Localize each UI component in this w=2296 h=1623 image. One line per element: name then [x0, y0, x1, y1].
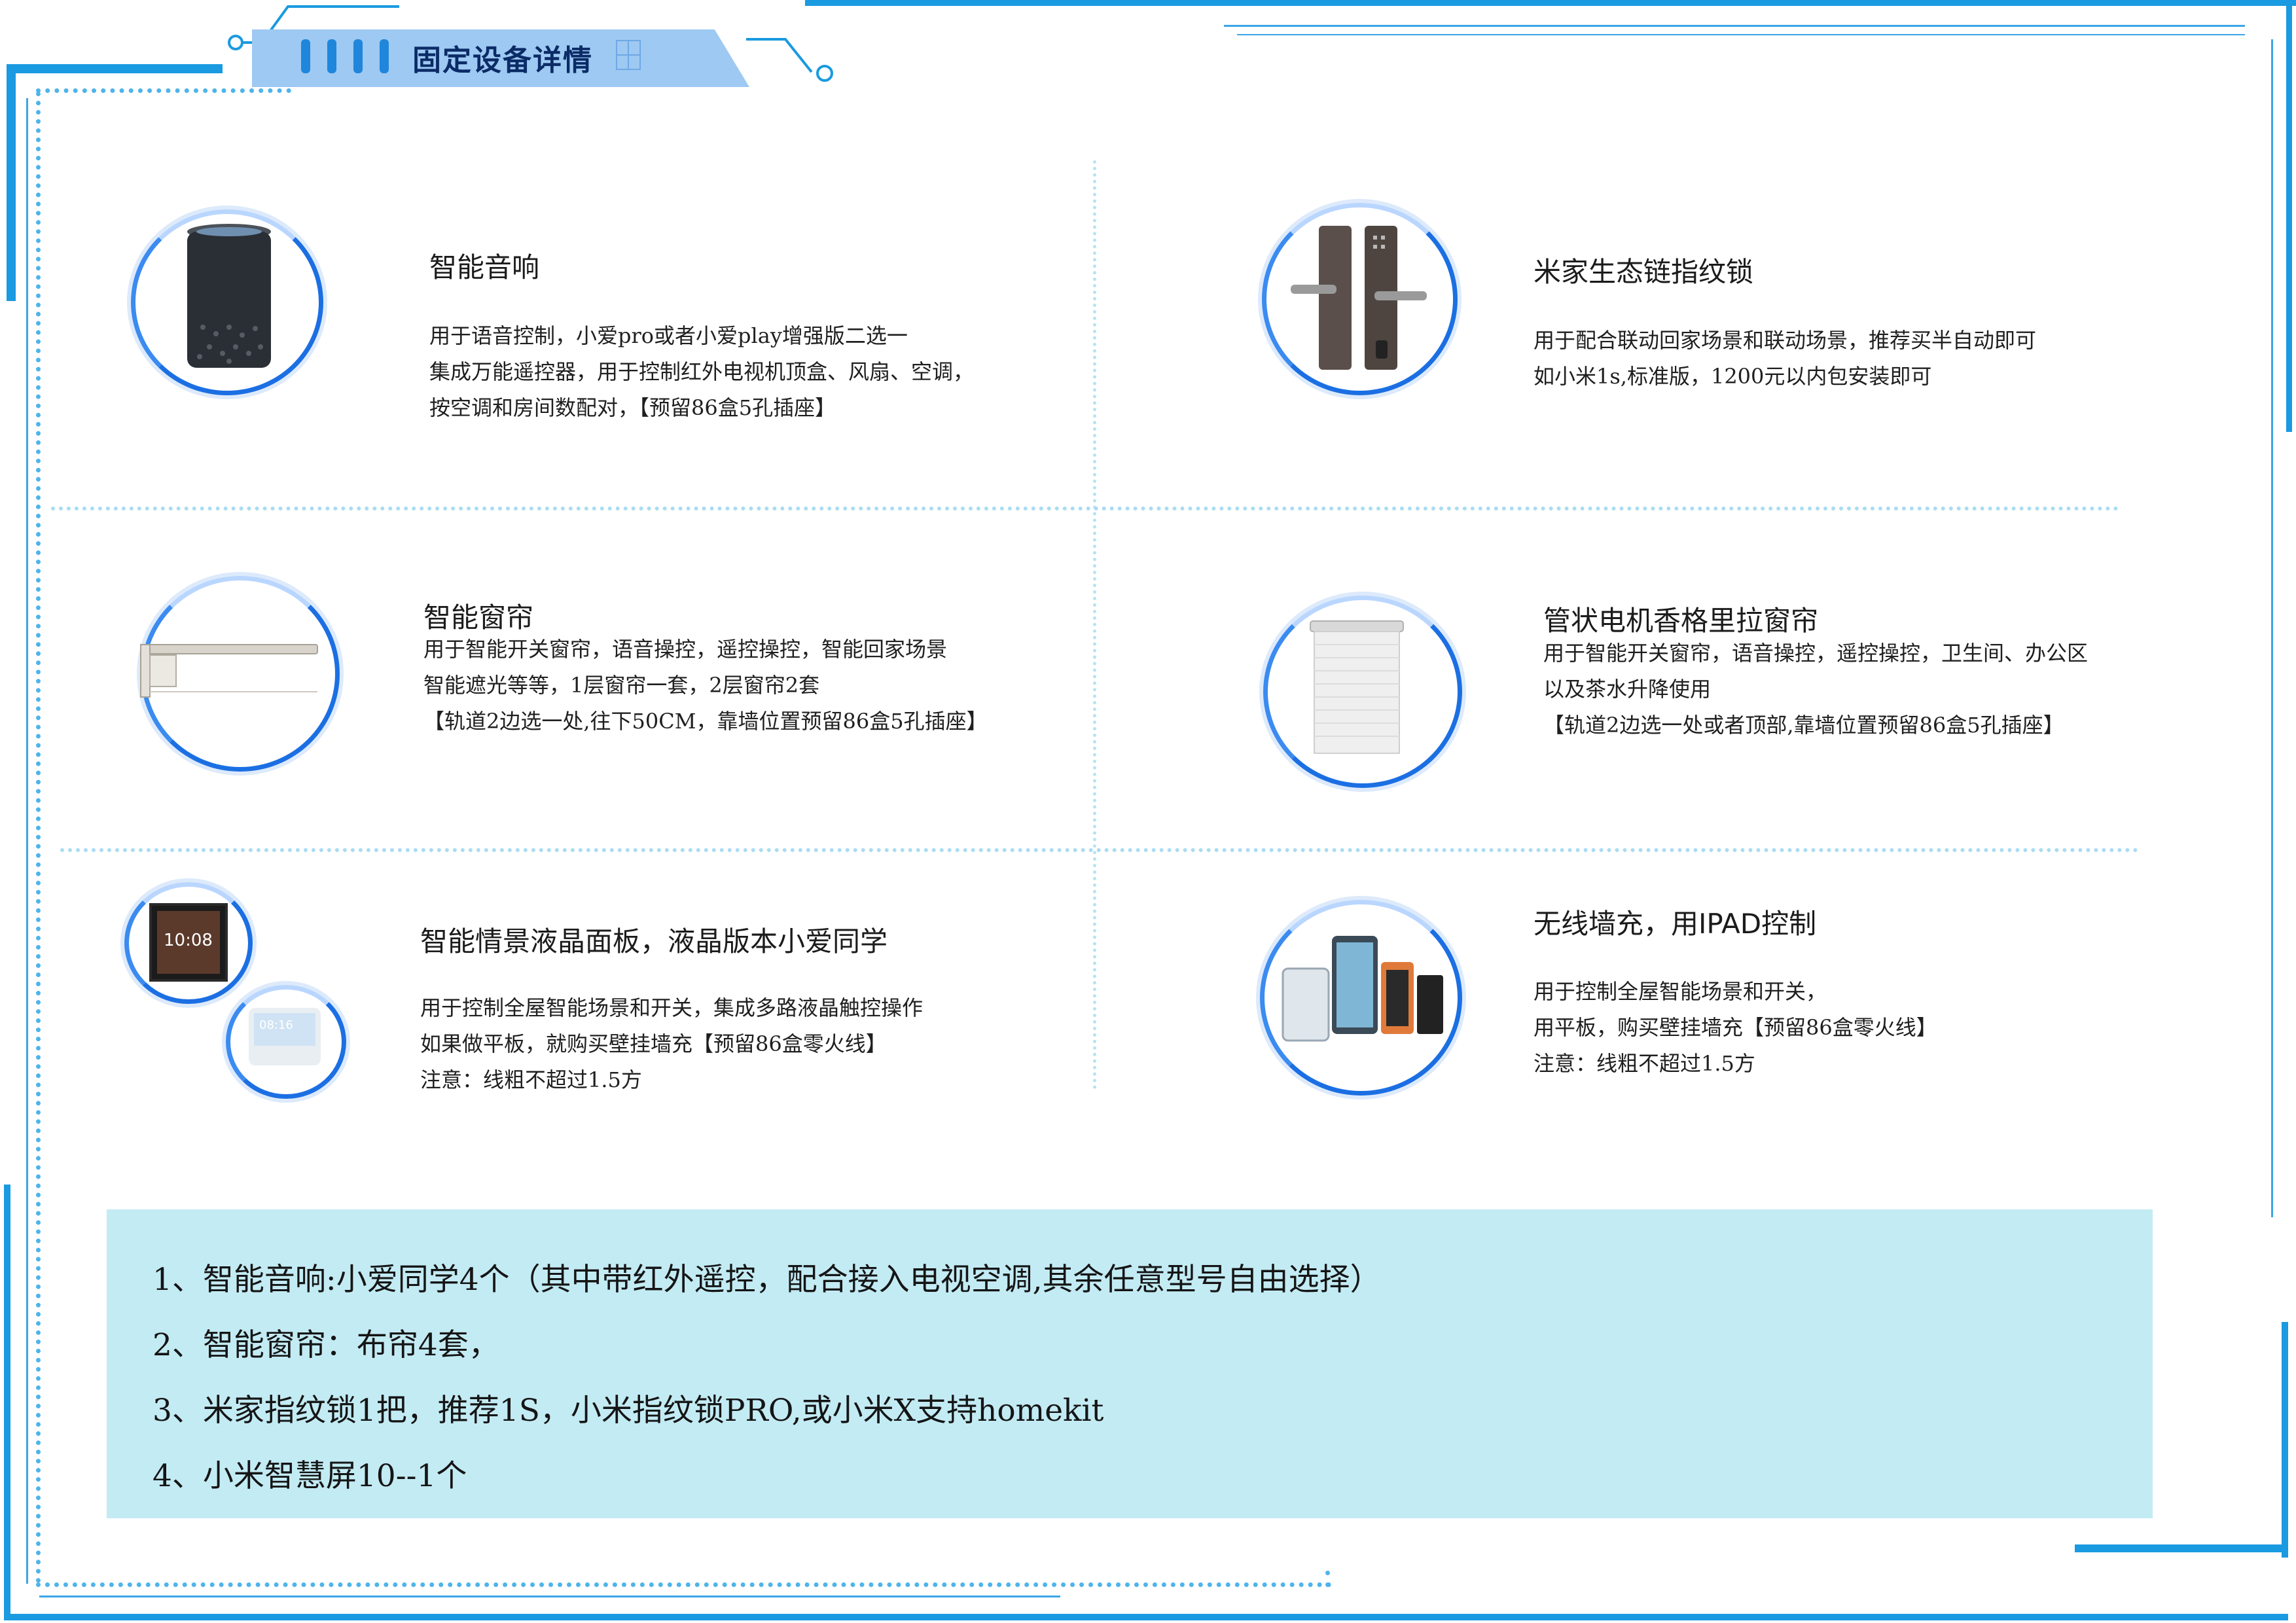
- roller-blind-image: [1310, 620, 1404, 754]
- frame-bottom-right-bar: [2075, 1544, 2288, 1552]
- title-stripe-2: [327, 39, 336, 73]
- item-line: 用于语音控制，小爱pro或者小爱play增强版二选一: [429, 323, 908, 348]
- frame-top-thin-line-2: [1237, 34, 2245, 35]
- item-line: 注意：线粗不超过1.5方: [420, 1067, 642, 1092]
- curtain-track-image: [140, 644, 318, 698]
- frame-dotted-left: [36, 92, 41, 1584]
- item-line: 用于配合联动回家场景和联动场景，推荐买半自动即可: [1534, 328, 2037, 353]
- item-line: 用于控制全屋智能场景和开关，: [1534, 979, 1827, 1004]
- item-line: 如小米1s,标准版，1200元以内包安装即可: [1534, 364, 1932, 389]
- page-title: 固定设备详情: [412, 44, 593, 77]
- item-line: 如果做平板，就购买壁挂墙充【预留86盒零火线】: [420, 1031, 887, 1056]
- item-line: 用于智能开关窗帘，语音操控，遥控操控，智能回家场景: [423, 637, 948, 662]
- title-stripe-4: [380, 39, 389, 73]
- frame-bottom-bar: [4, 1614, 2288, 1620]
- item-line: 注意：线粗不超过1.5方: [1534, 1051, 1755, 1076]
- title-stripe-3: [353, 39, 363, 73]
- item-line: 集成万能遥控器，用于控制红外电视机顶盒、风扇、空调，: [429, 359, 975, 384]
- wireless-charger-tablet-image: [1282, 936, 1443, 1042]
- smart-display-image: 08:16: [249, 1008, 321, 1065]
- summary-line-1: 1、智能音响:小爱同学4个（其中带红外遥控，配合接入电视空调,其余任意型号自由选…: [152, 1262, 1381, 1298]
- lcd-panel-time: 10:08: [164, 931, 213, 950]
- frame-right-thin: [2271, 39, 2273, 1217]
- frame-left-bar: [7, 64, 16, 301]
- frame-dotted-bottom: [36, 1582, 1332, 1587]
- grid-divider-row-1: [51, 507, 2119, 510]
- frame-top-thin-line: [1224, 25, 2245, 27]
- item-line: 【轨道2边选一处,往下50CM，靠墙位置预留86盒5孔插座】: [423, 709, 988, 734]
- item-title-speaker: 智能音响: [429, 251, 540, 283]
- item-title-panel: 智能情景液晶面板，液晶版本小爱同学: [420, 925, 888, 957]
- title-stripe-1: [301, 39, 310, 73]
- smart-speaker-image: [187, 224, 271, 368]
- item-title-lock: 米家生态链指纹锁: [1534, 256, 1754, 288]
- frame-right-lower-bar: [2282, 1322, 2288, 1558]
- title-grid-icon: [616, 40, 641, 70]
- item-line: 用平板，购买壁挂墙充【预留86盒零火线】: [1534, 1015, 1937, 1040]
- item-line: 用于智能开关窗帘，语音操控，遥控操控，卫生间、办公区: [1543, 641, 2089, 666]
- item-line: 【轨道2边选一处或者顶部,靠墙位置预留86盒5孔插座】: [1543, 713, 2064, 738]
- frame-left-thin: [26, 98, 28, 1584]
- frame-right-bar: [2286, 0, 2292, 432]
- item-line: 按空调和房间数配对，【预留86盒5孔插座】: [429, 395, 836, 420]
- grid-divider-row-2: [60, 848, 2139, 852]
- item-title-charger: 无线墙充，用IPAD控制: [1534, 908, 1817, 940]
- grid-divider-vertical: [1093, 160, 1096, 1090]
- summary-line-2: 2、智能窗帘：布帘4套，: [152, 1327, 499, 1363]
- fingerprint-lock-image: [1291, 226, 1427, 370]
- frame-bottom-thin: [39, 1596, 1060, 1597]
- item-line: 智能遮光等等，1层窗帘一套，2层窗帘2套: [423, 673, 820, 698]
- summary-line-4: 4、小米智慧屏10--1个: [152, 1458, 467, 1494]
- lcd-panel-image: 10:08: [149, 903, 228, 982]
- summary-box: 1、智能音响:小爱同学4个（其中带红外遥控，配合接入电视空调,其余任意型号自由选…: [107, 1209, 2153, 1518]
- frame-left-top-bar: [7, 64, 223, 73]
- frame-dotted-bottom-end: [1325, 1571, 1330, 1587]
- item-line: 用于控制全屋智能场景和开关，集成多路液晶触控操作: [420, 995, 924, 1020]
- summary-line-3: 3、米家指纹锁1把，推荐1S，小米指纹锁PRO,或小米X支持homekit: [152, 1393, 1104, 1429]
- frame-left-lower-bar: [4, 1185, 10, 1616]
- item-title-blind: 管状电机香格里拉窗帘: [1543, 605, 1819, 637]
- frame-top-bar: [805, 0, 2296, 6]
- item-title-curtain: 智能窗帘: [423, 601, 534, 633]
- smart-display-time: 08:16: [259, 1018, 293, 1032]
- item-line: 以及茶水升降使用: [1543, 677, 1712, 702]
